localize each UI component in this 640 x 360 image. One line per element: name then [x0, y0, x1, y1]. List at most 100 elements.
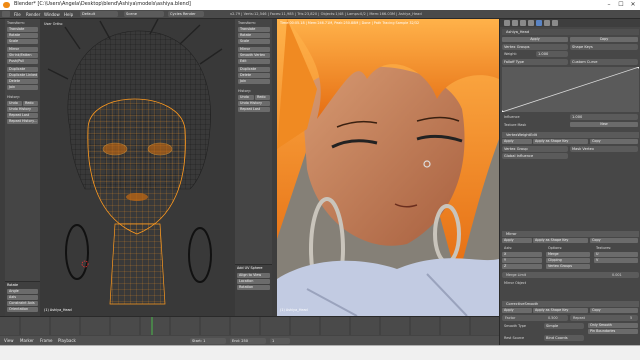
falloff-curve-widget[interactable] — [502, 67, 639, 112]
modifier-vertexweightedit-header[interactable]: VertexWeightEdit — [502, 132, 639, 138]
mod1-copy-button[interactable]: Copy — [590, 139, 638, 144]
mod3-apply-shape-button[interactable]: Apply as Shape Key — [533, 308, 588, 313]
timeline-menu-view[interactable]: View — [4, 338, 14, 343]
mod1-apply-button[interactable]: Apply — [502, 139, 532, 144]
mid-tool-scale[interactable]: Scale — [238, 39, 270, 44]
mod2-apply-button[interactable]: Apply — [502, 238, 532, 243]
history-redo[interactable]: Redo — [23, 101, 38, 106]
rest-source-select[interactable]: Bind Coords — [544, 335, 584, 341]
mid-tool-translate[interactable]: Translate — [238, 27, 270, 32]
tool-delete[interactable]: Delete — [7, 79, 38, 84]
mirror-axis-y[interactable]: Y — [502, 258, 542, 263]
mirror-merge-checkbox[interactable]: Merge — [546, 252, 590, 257]
timeline-menu-marker[interactable]: Marker — [20, 338, 34, 343]
vertex-group-field[interactable]: Vertex Groups — [502, 44, 568, 50]
mirror-tex-u-checkbox[interactable]: U — [594, 252, 638, 257]
mid-align-view-checkbox[interactable]: Align to View — [237, 273, 270, 278]
menu-help[interactable]: Help — [64, 12, 73, 17]
maximize-button[interactable]: ☐ — [616, 1, 626, 9]
wrench-icon[interactable] — [536, 20, 542, 26]
mod1-global-influence-field[interactable]: Global Influence — [502, 153, 568, 159]
menu-file[interactable]: File — [14, 12, 21, 17]
mid-rotation-field[interactable]: Rotation — [237, 285, 270, 290]
minimize-button[interactable]: – — [604, 1, 614, 9]
mirror-axis-z[interactable]: Z — [502, 264, 542, 269]
right-3d-viewport[interactable]: Time:00:05.18 | Mem:246.71M, Peak:250.88… — [277, 19, 499, 316]
mod1-vertex-group-field[interactable]: Vertex Group — [502, 146, 568, 152]
render-tab-icon[interactable] — [512, 20, 518, 26]
falloff-field[interactable]: Falloff Type — [502, 59, 568, 65]
tool-duplicate-linked[interactable]: Duplicate Linked — [7, 73, 38, 78]
timeline-menu-frame[interactable]: Frame — [40, 338, 52, 343]
new-texture-button[interactable]: New — [570, 122, 638, 127]
mid-tool-mirror[interactable]: Mirror — [238, 47, 270, 52]
mid-history-undo[interactable]: Undo — [238, 95, 254, 100]
mid-history-redo[interactable]: Redo — [255, 95, 270, 100]
mid-tool-join[interactable]: Join — [238, 79, 270, 84]
mod3-copy-button[interactable]: Copy — [590, 308, 638, 313]
apply-button-top[interactable]: Apply — [502, 37, 568, 42]
mid-tool-edit[interactable]: Edit — [238, 59, 270, 64]
operator-orientation-field[interactable]: Orientation — [7, 307, 38, 312]
factor-slider[interactable]: Factor 0.500 — [502, 315, 568, 321]
mid-tool-duplicate[interactable]: Duplicate — [238, 67, 270, 72]
mirror-tex-v-checkbox[interactable]: V — [594, 258, 638, 263]
end-frame-field[interactable]: End: 250 — [230, 338, 266, 344]
tool-rotate[interactable]: Rotate — [7, 33, 38, 38]
tool-tabs[interactable] — [0, 19, 5, 316]
mirror-vertex-groups-checkbox[interactable]: Vertex Groups — [546, 264, 590, 269]
history-undo[interactable]: Undo — [7, 101, 22, 106]
mod2-apply-shape-button[interactable]: Apply as Shape Key — [533, 238, 588, 243]
falloff-type-select[interactable]: Custom Curve — [570, 59, 638, 65]
mid-tool-rotate[interactable]: Rotate — [238, 33, 270, 38]
mid-tool-delete[interactable]: Delete — [238, 73, 270, 78]
influence-field[interactable]: 1.000 — [570, 114, 638, 120]
left-3d-viewport[interactable]: User Ortho (1) Ashiya_Head — [40, 19, 235, 316]
weight-field[interactable]: 1.000 — [536, 51, 568, 57]
tool-translate[interactable]: Translate — [7, 27, 38, 32]
mid-location-field[interactable]: Location — [237, 279, 270, 284]
timeline-menu-playback[interactable]: Playback — [58, 338, 76, 343]
mirror-clipping-checkbox[interactable]: Clipping — [546, 258, 590, 263]
object-name-row[interactable]: Ashiya_Head — [502, 29, 639, 35]
render-engine-select[interactable]: Cycles Render — [168, 11, 204, 17]
copy-button-top[interactable]: Copy — [570, 37, 638, 42]
shape-keys-field[interactable]: Shape Keys — [570, 44, 638, 50]
history-repeat-last[interactable]: Repeat Last — [7, 113, 38, 118]
tool-shrink-fatten[interactable]: Shrink/Fatten — [7, 53, 38, 58]
close-button[interactable]: ✕ — [628, 1, 638, 9]
tool-push-pull[interactable]: Push/Pull — [7, 59, 38, 64]
mod2-copy-button[interactable]: Copy — [590, 238, 638, 243]
menu-render[interactable]: Render — [26, 12, 40, 17]
editor-type-icon[interactable] — [2, 11, 10, 17]
history-undo-history[interactable]: Undo History — [7, 107, 38, 112]
history-repeat-history[interactable]: Repeat History... — [7, 119, 38, 124]
scene-select[interactable]: Scene — [124, 11, 164, 17]
mod3-apply-button[interactable]: Apply — [502, 308, 532, 313]
start-frame-field[interactable]: Start: 1 — [190, 338, 226, 344]
world-tab-icon[interactable] — [520, 20, 526, 26]
menu-window[interactable]: Window — [44, 12, 60, 17]
scene-tab-icon[interactable] — [504, 20, 510, 26]
mod1-mask-vertex-field[interactable]: Mask Vertex — [570, 146, 638, 152]
operator-constraint-field[interactable]: Constraint Axis — [7, 301, 38, 306]
modifier-mirror-header[interactable]: Mirror — [502, 231, 639, 237]
pin-boundaries-checkbox[interactable]: Pin Boundaries — [588, 329, 638, 334]
current-frame-field[interactable]: 1 — [270, 338, 290, 344]
operator-axis-field[interactable]: Axis — [7, 295, 38, 300]
mid-history-repeat-last[interactable]: Repeat Last — [238, 107, 270, 112]
mirror-axis-x[interactable]: X — [502, 252, 542, 257]
tool-join[interactable]: Join — [7, 85, 38, 90]
tool-duplicate[interactable]: Duplicate — [7, 67, 38, 72]
layout-select[interactable]: Default — [80, 11, 118, 17]
data-tab-icon[interactable] — [544, 20, 550, 26]
tool-scale[interactable]: Scale — [7, 39, 38, 44]
only-smooth-checkbox[interactable]: Only Smooth — [588, 323, 638, 328]
operator-angle-field[interactable]: Angle — [7, 289, 38, 294]
repeat-field[interactable]: Repeat 5 — [570, 315, 638, 321]
smooth-type-select[interactable]: Simple — [544, 323, 584, 329]
mid-tool-smooth[interactable]: Smooth Vertex — [238, 53, 270, 58]
tool-mirror[interactable]: Mirror — [7, 47, 38, 52]
modifier-correctivesmooth-header[interactable]: CorrectiveSmooth — [502, 301, 639, 307]
object-tab-icon[interactable] — [528, 20, 534, 26]
